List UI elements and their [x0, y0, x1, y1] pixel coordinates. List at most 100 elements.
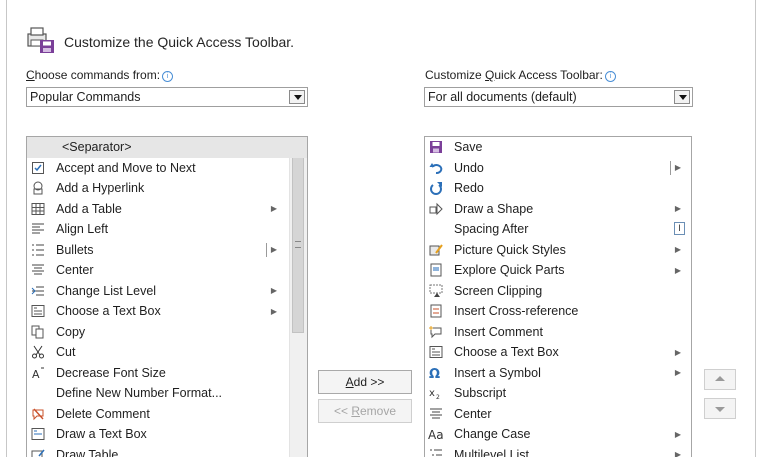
scissors-icon — [30, 345, 46, 359]
right-list-item[interactable]: Redo — [425, 178, 691, 199]
right-list-item[interactable]: Explore Quick Parts ▶ — [425, 260, 691, 281]
insert-comment-icon — [428, 325, 444, 339]
choose-commands-label: Choose commands from: i — [26, 68, 174, 82]
list-item-label: Cut — [56, 345, 76, 360]
list-item-label: Bullets — [56, 242, 94, 257]
decrease-font-icon: A — [30, 366, 46, 380]
list-item-label: Define New Number Format... — [56, 386, 223, 401]
svg-text:Aa: Aa — [428, 428, 444, 441]
list-item-label: Screen Clipping — [454, 283, 543, 298]
toolbar-commands-list[interactable]: Save Undo ▶ Redo Draw a Shape ▶ Spacing After I… — [424, 136, 692, 457]
left-list-item[interactable]: Center — [27, 260, 307, 281]
right-list-item[interactable]: 1 Multilevel List ▶ — [425, 445, 691, 457]
list-item-label: Insert Comment — [454, 324, 543, 339]
list-item-label: Draw a Text Box — [56, 427, 147, 442]
list-item-label: Change Case — [454, 427, 531, 442]
customize-toolbar-dropdown[interactable]: For all documents (default) — [424, 87, 693, 107]
left-list-item[interactable]: Draw a Text Box — [27, 424, 307, 445]
svg-text:Ω: Ω — [429, 367, 440, 380]
bullets-icon — [30, 243, 46, 257]
move-down-button[interactable] — [704, 398, 736, 419]
svg-text:A: A — [32, 368, 40, 380]
right-list-item[interactable]: Ω Insert a Symbol ▶ — [425, 363, 691, 384]
page-title: Customize the Quick Access Toolbar. — [64, 33, 295, 50]
redo-icon — [428, 181, 444, 196]
right-list-item[interactable]: Aa Change Case ▶ — [425, 424, 691, 445]
right-list-item[interactable]: Insert Cross-reference — [425, 301, 691, 322]
table-icon — [30, 202, 46, 216]
split-divider — [266, 242, 267, 257]
svg-text:x: x — [429, 388, 435, 399]
text-box-icon — [30, 304, 46, 318]
blank-icon — [30, 140, 46, 154]
list-item-label: Accept and Move to Next — [56, 160, 196, 175]
chevron-right-icon: ▶ — [674, 245, 681, 255]
change-case-icon: Aa — [428, 427, 444, 441]
list-item-label: Undo — [454, 160, 484, 175]
info-icon[interactable]: i — [604, 71, 616, 82]
remove-button[interactable]: << Remove — [318, 399, 412, 423]
chevron-down-icon[interactable] — [289, 90, 305, 104]
left-list-item[interactable]: Align Left — [27, 219, 307, 240]
right-list-item[interactable]: Center — [425, 404, 691, 425]
multilevel-list-icon: 1 — [428, 448, 444, 457]
right-list-item[interactable]: Insert Comment — [425, 322, 691, 343]
left-list-item[interactable]: Change List Level ▶ — [27, 281, 307, 302]
add-button[interactable]: Add >> — [318, 370, 412, 394]
draw-table-icon — [30, 448, 46, 457]
cross-reference-icon — [428, 304, 444, 318]
screen-clipping-icon — [428, 284, 444, 298]
info-icon[interactable]: i — [162, 71, 174, 82]
left-list-item[interactable]: Delete Comment — [27, 404, 307, 425]
right-list-item[interactable]: Picture Quick Styles ▶ — [425, 240, 691, 261]
list-item-label: Choose a Text Box — [56, 304, 161, 319]
left-list-item[interactable]: Define New Number Format... — [27, 383, 307, 404]
align-center-icon — [428, 407, 444, 421]
text-box-icon — [428, 345, 444, 359]
right-list-item[interactable]: Draw a Shape ▶ — [425, 199, 691, 220]
delete-comment-icon — [30, 407, 46, 421]
omega-icon: Ω — [428, 366, 444, 380]
list-level-icon — [30, 284, 46, 298]
split-divider — [670, 160, 671, 175]
save-icon — [428, 140, 444, 154]
left-list-item[interactable]: Add a Hyperlink — [27, 178, 307, 199]
chevron-right-icon: ▶ — [270, 204, 277, 214]
move-up-button[interactable] — [704, 369, 736, 390]
left-list-item[interactable]: Add a Table ▶ — [27, 199, 307, 220]
left-list-item[interactable]: Bullets ▶ — [27, 240, 307, 261]
left-list-item[interactable]: A Decrease Font Size — [27, 363, 307, 384]
arrow-up-icon — [715, 376, 725, 381]
right-list-item[interactable]: Spacing After I — [425, 219, 691, 240]
left-list-item[interactable]: Cut — [27, 342, 307, 363]
align-center-icon — [30, 263, 46, 277]
list-item-label: Center — [56, 263, 94, 278]
list-item-label: Multilevel List — [454, 447, 530, 457]
left-list-item[interactable]: Choose a Text Box ▶ — [27, 301, 307, 322]
chevron-down-icon[interactable] — [674, 90, 690, 104]
customize-toolbar-label: Customize Quick Access Toolbar: i — [425, 68, 616, 82]
list-item-label: Explore Quick Parts — [454, 263, 565, 278]
left-list-item[interactable]: Copy — [27, 322, 307, 343]
list-item-label: Add a Table — [56, 201, 122, 216]
chevron-right-icon: ▶ — [674, 163, 681, 173]
choose-commands-dropdown[interactable]: Popular Commands — [26, 87, 308, 107]
right-list-item[interactable]: Save — [425, 137, 691, 158]
commands-list[interactable]: <Separator> Accept and Move to Next Add a … — [26, 136, 308, 457]
list-item-label: Draw a Shape — [454, 201, 534, 216]
right-list-item[interactable]: Choose a Text Box ▶ — [425, 342, 691, 363]
left-list-item[interactable]: <Separator> — [27, 137, 307, 158]
quick-access-toolbar-icon — [26, 26, 56, 57]
list-item-label: Redo — [454, 181, 484, 196]
list-item-label: Add a Hyperlink — [56, 181, 145, 196]
left-list-item[interactable]: Accept and Move to Next — [27, 158, 307, 179]
chevron-right-icon: ▶ — [270, 306, 277, 316]
list-item-label: Picture Quick Styles — [454, 242, 566, 257]
right-list-item[interactable]: x 2 Subscript — [425, 383, 691, 404]
left-list-item[interactable]: Draw Table — [27, 445, 307, 457]
right-list-item[interactable]: Screen Clipping — [425, 281, 691, 302]
chevron-right-icon: ▶ — [270, 245, 277, 255]
svg-text:2: 2 — [436, 394, 440, 400]
quick-parts-icon — [428, 263, 444, 277]
right-list-item[interactable]: Undo ▶ — [425, 158, 691, 179]
